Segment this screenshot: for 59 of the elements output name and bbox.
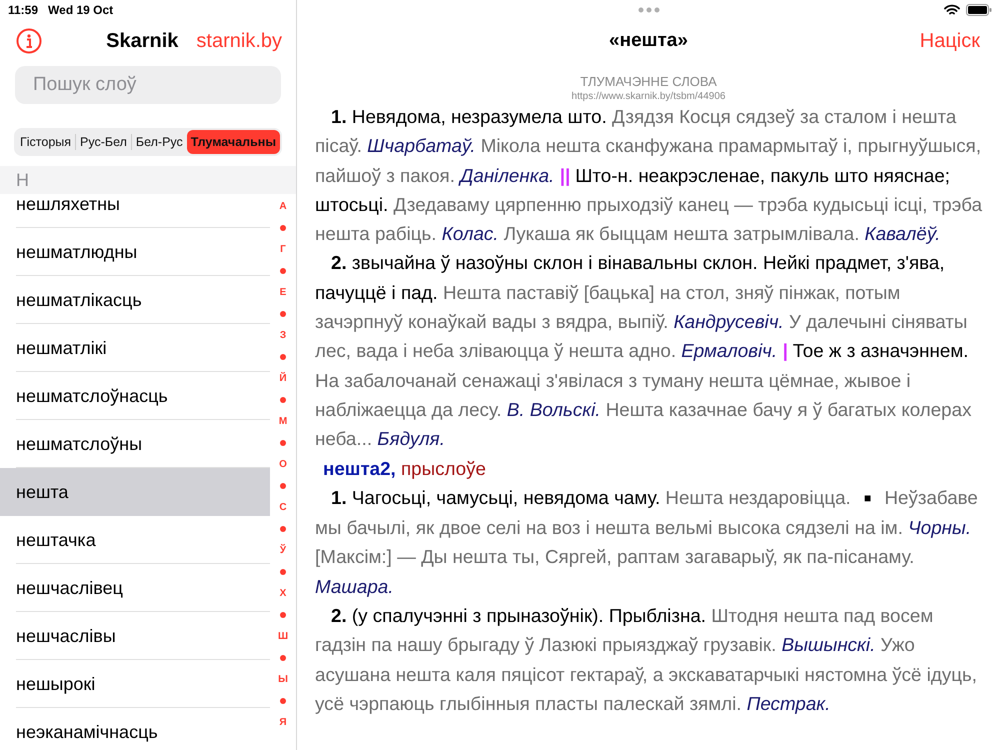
index-letter[interactable]: Е (280, 282, 286, 304)
app-title: Skarnik (105, 30, 180, 52)
word-row[interactable]: нешматлікасць (0, 276, 270, 324)
word-row[interactable]: нештачка (0, 516, 270, 564)
segment-tab[interactable]: Тлумачальны (186, 130, 280, 154)
index-dot-icon (280, 612, 286, 618)
more-dots-icon[interactable] (638, 7, 660, 13)
index-dot-icon (280, 569, 286, 576)
index-letter[interactable]: З (280, 325, 286, 346)
index-letter[interactable]: М (278, 411, 288, 432)
stress-button[interactable]: Націск (920, 30, 980, 52)
segment-tab[interactable]: Бел-Рус (132, 130, 187, 154)
status-date: Wed 19 Oct (48, 3, 114, 17)
index-dot-icon (280, 311, 286, 318)
index-letter[interactable]: Й (279, 368, 287, 390)
index-dot-icon (280, 268, 286, 274)
definition-paragraph: 2. звычайна ў назоўны склон і вінавальны склон. Нейкі прадмет, з'ява, пачуццё і пад. Нешта паставіў [бацька] на стол, зняў пінжак, потым зачэрпнуў конаўкай вады з вядра, выпіў. Кандрусевіч. У далечыні сіняваты лес, вада і неба зліваюцца ў нешта адно. Ермаловіч. | Тое ж з азначэннем. На забалочанай сенажаці з'явілася з туману нешта цёмнае, жывое і набліжаецца да лесу. В. Вольскі. Нешта казачнае бачу я ў багатых колерах неба... Бядуля. (315, 251, 972, 452)
segment-tab[interactable]: Рус-Бел (76, 130, 131, 154)
index-letter[interactable]: С (279, 497, 287, 518)
index-dot-icon (280, 440, 286, 446)
word-row[interactable]: нешырокі (0, 660, 270, 708)
index-letter[interactable]: Ы (278, 669, 288, 690)
word-row[interactable]: нешчаслівы (0, 612, 270, 660)
section-header: Н (0, 166, 296, 194)
status-time: 11:59 (8, 3, 38, 17)
search-field[interactable]: Пошук слоў (15, 66, 281, 104)
definition-paragraph: 2. (у спалучэнні з прыназоўнік). Прыблізна. Штодня нешта пад восем гадзін па нашу брыгаду ў Лазюкі прыязджаў грузавік. Вышынскі. Ужо асушана нешта каля пяцісот гектараў, а экскаватарчыкі нястомна ўсё ідуць, усё чэрпаюць глыбінныя пласты палескай зямлі. Пестрак. (315, 604, 978, 716)
word-row[interactable]: нешляхетны (0, 194, 270, 228)
index-dot-icon (280, 526, 286, 532)
battery-icon (966, 4, 992, 16)
index-letter[interactable]: А (279, 196, 287, 218)
info-icon[interactable] (16, 28, 42, 54)
search-input[interactable]: Пошук слоў (31, 73, 280, 97)
index-letter[interactable]: Г (280, 239, 286, 260)
segment-tab[interactable]: Гісторыя (16, 130, 76, 154)
index-dot-icon (280, 655, 286, 662)
word-row[interactable]: нешматлікі (0, 324, 270, 372)
entry-heading: нешта2, прыслоўе (322, 456, 487, 481)
word-row[interactable]: нешчаслівец (0, 564, 270, 612)
index-dot-icon (280, 698, 286, 704)
page-title: «нешта» (609, 30, 688, 52)
index-dot-icon (280, 397, 286, 404)
word-row[interactable]: нешта (0, 468, 270, 516)
source-url: https://www.skarnik.by/tsbm/44906 (570, 91, 726, 102)
wifi-icon (944, 4, 960, 16)
index-dot-icon (280, 483, 286, 490)
word-row[interactable]: нешматлюдны (0, 228, 270, 276)
index-dot-icon (280, 225, 286, 232)
index-letter[interactable]: Ў (280, 540, 286, 562)
index-letter[interactable]: О (279, 454, 287, 476)
word-row[interactable]: нешматслоўнасць (0, 372, 270, 420)
index-letter[interactable]: Ш (278, 626, 288, 648)
index-dot-icon (280, 354, 286, 360)
section-subtitle: ТЛУМАЧЭННЕ СЛОВА (579, 74, 718, 89)
site-link[interactable]: starnik.by (196, 30, 282, 52)
definition-paragraph: 1. Невядома, незразумела што. Дзядзя Косця сядзеў за сталом і нешта пісаў. Шчарбатаў. Мікола нешта сканфужана прамармытаў і, прыгнуўшыся, пайшоў з пакоя. Даніленка. || Што-н. неакрэсленае, пакуль што няяснае; штосьці. Дзедаваму цярпенню прыходзіў канец — трэба кудысьці ісці, трэба нешта рабіць. Колас. Лукаша як быццам нешта затрымлівала. Кавалёў. (315, 105, 984, 246)
index-letter[interactable]: Я (279, 712, 287, 734)
index-letter[interactable]: Х (280, 583, 286, 604)
word-row[interactable]: нешматслоўны (0, 420, 270, 468)
